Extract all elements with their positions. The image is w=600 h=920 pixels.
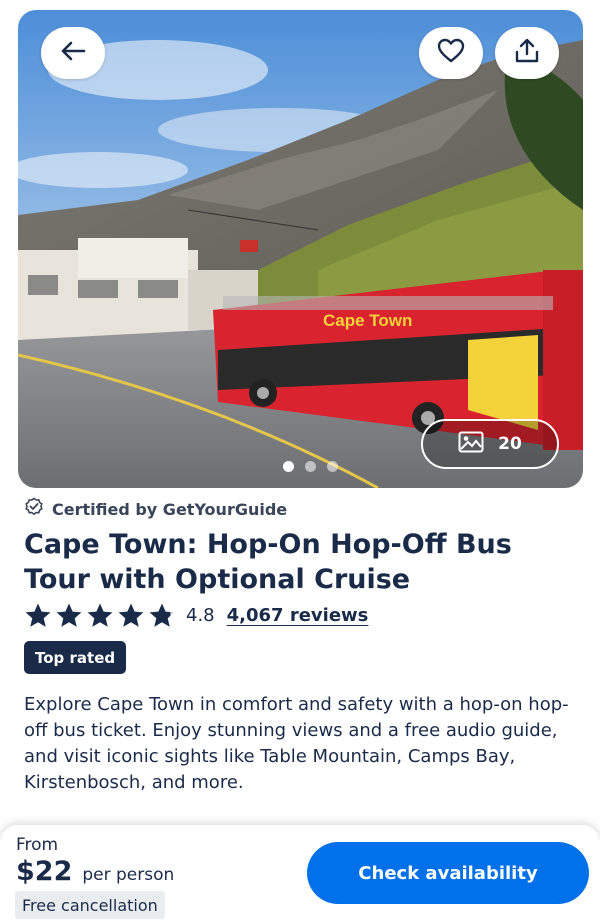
rating-value: 4.8 xyxy=(186,604,215,626)
photo-count: 20 xyxy=(498,434,522,454)
rating-stars xyxy=(24,602,176,629)
product-title: Cape Town: Hop-On Hop-Off Bus Tour with … xyxy=(24,529,512,595)
reviews-link[interactable]: 4,067 reviews xyxy=(227,605,369,626)
star-icon xyxy=(87,603,113,627)
star-icon xyxy=(56,603,82,627)
star-icon xyxy=(118,603,144,627)
check-badge-icon xyxy=(24,497,44,521)
bus-signage: Cape Town xyxy=(323,311,412,330)
certified-label: Certified by GetYourGuide xyxy=(24,497,287,521)
per-person-label: per person xyxy=(82,865,175,885)
carousel-dot[interactable] xyxy=(327,461,338,472)
check-availability-button[interactable]: Check availability xyxy=(307,842,589,904)
share-button[interactable] xyxy=(495,27,559,79)
photo-count-button[interactable]: 20 xyxy=(421,419,559,469)
arrow-left-icon xyxy=(60,40,86,66)
price-row: $22 per person xyxy=(16,856,174,887)
share-icon xyxy=(514,38,540,68)
favorite-button[interactable] xyxy=(419,27,483,79)
hero-image[interactable]: Cape Town xyxy=(18,10,583,488)
hero-photo: Cape Town xyxy=(18,10,583,488)
carousel-dot[interactable] xyxy=(305,461,316,472)
price: $22 xyxy=(16,856,73,887)
product-description: Explore Cape Town in comfort and safety … xyxy=(24,694,569,793)
star-icon xyxy=(25,603,51,627)
carousel-dots xyxy=(283,461,338,472)
from-label: From xyxy=(16,835,59,855)
heart-icon xyxy=(437,38,465,68)
top-rated-badge: Top rated xyxy=(24,641,127,674)
free-cancellation-badge: Free cancellation xyxy=(15,891,165,919)
certified-text: Certified by GetYourGuide xyxy=(52,499,288,519)
image-icon xyxy=(458,431,484,458)
rating-row: 4.8 4,067 reviews xyxy=(24,598,368,632)
back-button[interactable] xyxy=(41,27,105,79)
booking-footer: From $22 per person Free cancellation Ch… xyxy=(0,825,600,920)
carousel-dot[interactable] xyxy=(283,461,294,472)
star-icon xyxy=(149,603,175,627)
